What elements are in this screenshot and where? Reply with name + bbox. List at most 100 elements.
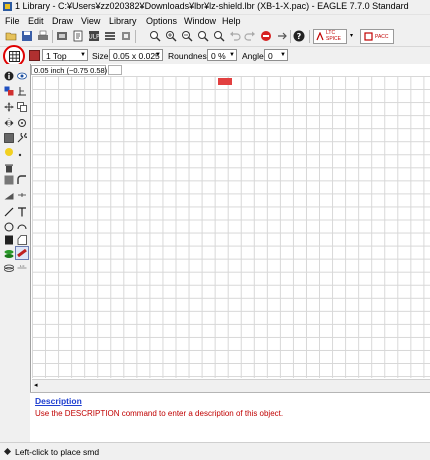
- chevron-down-icon: ▼: [155, 52, 161, 58]
- info-icon[interactable]: [4, 71, 14, 81]
- window-title: 1 Library - C:¥Users¥zz020382¥Downloads¥…: [15, 1, 409, 11]
- menu-bar: File Edit Draw View Library Options Wind…: [0, 15, 430, 27]
- menu-draw[interactable]: Draw: [52, 16, 73, 26]
- toolbar-separator: [52, 30, 53, 43]
- command-line-input[interactable]: [108, 65, 122, 75]
- layer-color-swatch: [29, 50, 40, 61]
- dimension-icon[interactable]: 1.0: [17, 263, 27, 273]
- toolbar-separator: [135, 30, 136, 43]
- paste-icon[interactable]: [4, 147, 14, 157]
- status-bar: Left-click to place smd: [0, 442, 430, 460]
- description-text: Use the DESCRIPTION command to enter a d…: [35, 409, 284, 418]
- ulp-icon[interactable]: ULP: [88, 30, 100, 42]
- spice-dropdown-arrow[interactable]: ▾: [350, 32, 353, 39]
- pacc-logo-icon: [364, 32, 373, 41]
- change-icon[interactable]: [17, 133, 27, 143]
- help-icon[interactable]: ?: [293, 30, 305, 42]
- delete-icon[interactable]: [4, 163, 14, 173]
- copy-icon[interactable]: [17, 102, 27, 112]
- move-icon[interactable]: [4, 102, 14, 112]
- optimize-icon[interactable]: [17, 190, 27, 200]
- main-toolbar: ULP ? LTC SPICE ▾ PACC: [0, 27, 430, 47]
- zoom-select-icon[interactable]: [197, 30, 209, 42]
- rotate-icon[interactable]: [17, 118, 27, 128]
- svg-text:ULP: ULP: [88, 34, 100, 41]
- chevron-down-icon: ▼: [229, 52, 235, 58]
- size-select-value: 0.05 x 0.025: [113, 51, 160, 61]
- pacc-button[interactable]: PACC: [360, 29, 394, 44]
- menu-edit[interactable]: Edit: [28, 16, 44, 26]
- roundness-select-value: 0 %: [211, 51, 226, 61]
- stop-icon[interactable]: [260, 30, 272, 42]
- angle-label: Angle:: [242, 51, 267, 61]
- wire-icon[interactable]: [4, 207, 14, 217]
- menu-help[interactable]: Help: [222, 16, 241, 26]
- pad-icon[interactable]: [4, 249, 14, 259]
- menu-view[interactable]: View: [81, 16, 100, 26]
- miter-icon[interactable]: [17, 175, 27, 185]
- polygon-icon[interactable]: [17, 235, 27, 245]
- angle-select[interactable]: 0 ▼: [264, 49, 288, 61]
- menu-file[interactable]: File: [5, 16, 20, 26]
- zoom-in-icon[interactable]: [165, 30, 177, 42]
- toolbar-separator: [309, 30, 310, 43]
- svg-text:1.0: 1.0: [20, 264, 25, 268]
- layer-settings-icon[interactable]: [104, 30, 116, 42]
- display-layers-icon[interactable]: [4, 86, 14, 96]
- open-icon[interactable]: [5, 30, 17, 42]
- diamond-icon: [4, 448, 11, 455]
- smd-pad-preview: [218, 78, 232, 85]
- chevron-down-icon: ▼: [80, 52, 86, 58]
- angle-select-value: 0: [268, 51, 273, 61]
- split-icon[interactable]: [4, 190, 14, 200]
- layer-select[interactable]: 1 Top ▼: [42, 49, 88, 61]
- add-icon[interactable]: [4, 175, 14, 185]
- grid-icon: [9, 51, 20, 62]
- arc-icon[interactable]: [17, 222, 27, 232]
- pacc-label: PACC: [375, 34, 389, 40]
- go-icon[interactable]: [276, 30, 288, 42]
- group-icon[interactable]: [4, 133, 14, 143]
- menu-window[interactable]: Window: [184, 16, 216, 26]
- spice-label: SPICE: [326, 36, 342, 42]
- grid: [32, 76, 430, 378]
- scroll-left-icon[interactable]: ◂: [34, 381, 38, 389]
- title-bar: 1 Library - C:¥Users¥zz020382¥Downloads¥…: [0, 0, 430, 15]
- ltspice-button[interactable]: LTC SPICE: [313, 29, 347, 44]
- status-text: Left-click to place smd: [15, 447, 100, 457]
- rect-icon[interactable]: [4, 235, 14, 245]
- script-icon[interactable]: [72, 30, 84, 42]
- print-icon[interactable]: [37, 30, 49, 42]
- spice-logo-icon: [316, 32, 324, 41]
- menu-options[interactable]: Options: [146, 16, 177, 26]
- app-icon: [3, 2, 12, 11]
- show-icon[interactable]: [17, 71, 27, 81]
- mirror-icon[interactable]: [4, 118, 14, 128]
- redo-icon[interactable]: [244, 30, 256, 42]
- description-link[interactable]: Description: [35, 396, 82, 406]
- toolbar-separator: [290, 30, 291, 43]
- coordinate-readout: 0.05 inch (−0.75 0.58): [31, 65, 107, 75]
- zoom-out-icon[interactable]: [181, 30, 193, 42]
- smd-icon: [17, 249, 27, 257]
- roundness-select[interactable]: 0 % ▼: [207, 49, 237, 61]
- menu-library[interactable]: Library: [109, 16, 137, 26]
- text-icon[interactable]: [17, 207, 27, 217]
- cam-icon[interactable]: [56, 30, 68, 42]
- zoom-fit-icon[interactable]: [149, 30, 161, 42]
- undo-icon[interactable]: [229, 30, 241, 42]
- horizontal-scrollbar[interactable]: ◂: [32, 379, 430, 392]
- description-panel: Description Use the DESCRIPTION command …: [30, 392, 430, 443]
- chevron-down-icon: ▼: [280, 52, 286, 58]
- circle-icon[interactable]: [4, 222, 14, 232]
- smd-tool-button[interactable]: [15, 246, 29, 260]
- hole-icon[interactable]: [4, 263, 14, 273]
- tool-icon[interactable]: [120, 30, 132, 42]
- small-dot-icon: [18, 153, 22, 157]
- redraw-icon[interactable]: [213, 30, 225, 42]
- size-select[interactable]: 0.05 x 0.025 ▼: [109, 49, 163, 61]
- layer-select-value: 1 Top: [46, 51, 67, 61]
- mark-icon[interactable]: [17, 86, 27, 96]
- save-icon[interactable]: [21, 30, 33, 42]
- parameter-toolbar: 1 Top ▼ Size: 0.05 x 0.025 ▼ Roundness: …: [0, 47, 430, 65]
